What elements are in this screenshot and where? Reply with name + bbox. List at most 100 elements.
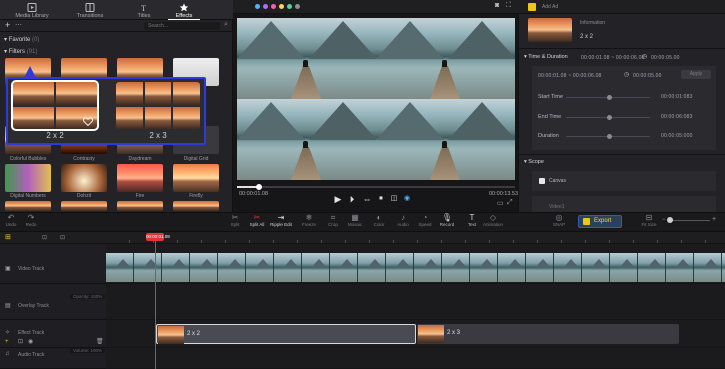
add-track-icon[interactable]: ⊞ bbox=[5, 233, 11, 241]
add-icon[interactable]: + bbox=[5, 20, 10, 31]
crop-button[interactable]: ⌗ Crop bbox=[322, 214, 344, 228]
color-dot[interactable] bbox=[287, 4, 292, 9]
export-icon bbox=[583, 218, 590, 225]
heart-icon[interactable] bbox=[83, 117, 93, 126]
favorite-section[interactable]: ▾ Favorite (0) bbox=[4, 36, 39, 43]
duration-summary: 00:00:05.00 bbox=[651, 55, 680, 61]
magnet-icon[interactable]: ⊡ bbox=[60, 234, 65, 241]
split-button[interactable]: ✂ Split bbox=[224, 213, 246, 228]
more-icon[interactable]: ⋯ bbox=[15, 21, 22, 31]
end-time-value[interactable]: 00:00:06:083 bbox=[661, 114, 693, 120]
search-input[interactable]: Search... bbox=[144, 22, 220, 30]
scissors-icon: ✂ bbox=[231, 213, 239, 222]
effect-clip-2x3[interactable]: 2 x 3 bbox=[417, 324, 679, 344]
color-dot[interactable] bbox=[271, 4, 276, 9]
effect-clip-2x2[interactable]: 2 x 2 bbox=[156, 324, 416, 344]
play-icon[interactable]: ▶ bbox=[333, 194, 343, 204]
ripple-edit-button[interactable]: ⇥ Ripple Edit bbox=[270, 214, 292, 228]
filter-thumbnail[interactable] bbox=[117, 164, 163, 192]
time-duration-section[interactable]: ▾ Time & Duration bbox=[524, 54, 568, 60]
color-button[interactable]: ◐ Color bbox=[368, 214, 390, 228]
duration-handle[interactable] bbox=[607, 134, 612, 139]
zoom-slider[interactable] bbox=[668, 220, 710, 221]
speed-button[interactable]: ◔ Speed bbox=[414, 214, 436, 228]
fit-size-button[interactable]: ⊟ Fit Size bbox=[638, 214, 660, 228]
filter-thumbnail[interactable] bbox=[5, 164, 51, 192]
tab-effects[interactable]: Effects bbox=[158, 0, 210, 20]
undo-button[interactable]: ↶ Undo bbox=[0, 214, 22, 228]
expand-icon[interactable]: ⤢ bbox=[507, 199, 513, 207]
camera-icon[interactable]: ◙ bbox=[495, 2, 499, 9]
ratio-icon[interactable]: ▭ bbox=[497, 199, 504, 207]
overlay-track-lane[interactable] bbox=[106, 284, 725, 320]
snap-button[interactable]: ◎ SNAP bbox=[548, 214, 570, 228]
filter-thumbnail[interactable] bbox=[61, 164, 107, 192]
undo-label: Undo bbox=[5, 222, 17, 227]
split-all-button[interactable]: ✂ Split All bbox=[246, 214, 268, 228]
timeline-ruler[interactable] bbox=[106, 232, 725, 244]
mosaic-button[interactable]: ▦ Mosaic bbox=[344, 214, 366, 228]
filter-thumbnail[interactable] bbox=[173, 201, 219, 211]
start-time-value[interactable]: 00:00:01:083 bbox=[661, 94, 693, 100]
playhead-time[interactable]: 00:00:01.08 bbox=[146, 233, 170, 241]
lock-icon[interactable]: ⊡ bbox=[42, 234, 47, 241]
tab-transitions[interactable]: Transitions bbox=[64, 0, 116, 20]
trim-icon[interactable]: ⇔ bbox=[362, 194, 372, 204]
preview-2x3-label: 2 x 3 bbox=[149, 131, 167, 140]
tab-media-library[interactable]: Media Library bbox=[6, 0, 58, 20]
audio-track-lane[interactable] bbox=[106, 348, 725, 369]
split-label: Split bbox=[230, 222, 240, 227]
stop-icon[interactable]: ⏹ bbox=[376, 194, 386, 204]
ad-icon bbox=[528, 3, 536, 11]
playhead[interactable] bbox=[155, 236, 156, 369]
zoom-handle[interactable] bbox=[667, 217, 673, 223]
animation-button[interactable]: ◇ Animation bbox=[482, 214, 504, 228]
video-label: Video1 bbox=[549, 204, 565, 210]
text-label: Text bbox=[467, 222, 477, 227]
scope-section[interactable]: ▾ Scope bbox=[524, 159, 544, 165]
apply-button[interactable]: Apply bbox=[681, 70, 711, 79]
filter-thumbnail[interactable] bbox=[61, 201, 107, 211]
inspector-header: Add Ad bbox=[518, 0, 725, 14]
start-time-handle[interactable] bbox=[607, 95, 612, 100]
color-dot[interactable] bbox=[279, 4, 284, 9]
filter-label: Dohzit bbox=[76, 193, 92, 199]
playback-progress[interactable] bbox=[237, 184, 515, 190]
zoom-out-icon[interactable]: − bbox=[662, 217, 666, 223]
fullscreen-icon[interactable]: ⛶ bbox=[506, 2, 511, 10]
audio-button[interactable]: ♪ Audio bbox=[392, 214, 414, 228]
voiceover-icon[interactable]: ◉ bbox=[402, 194, 412, 204]
color-dot[interactable] bbox=[295, 4, 300, 9]
filter-thumbnail[interactable] bbox=[5, 201, 51, 211]
redo-button[interactable]: ↷ Redo bbox=[20, 214, 42, 228]
color-dot[interactable] bbox=[255, 4, 260, 9]
header-label[interactable]: Add Ad bbox=[542, 4, 558, 10]
zoom-in-icon[interactable]: + bbox=[712, 216, 716, 223]
export-button[interactable]: Export bbox=[578, 215, 622, 228]
add-effect-icon[interactable]: + bbox=[5, 339, 9, 345]
effect-track-header: ✧ Effect Track + ⊡ ◉ 🗑 bbox=[0, 320, 106, 348]
snapshot-icon[interactable]: ◫ bbox=[389, 194, 399, 204]
filter-thumbnail[interactable] bbox=[173, 164, 219, 192]
color-dot[interactable] bbox=[263, 4, 268, 9]
clip-thumbnail bbox=[158, 326, 184, 344]
duration-value[interactable]: 00:00:05:000 bbox=[661, 133, 693, 139]
freeze-button[interactable]: ❄ Freeze bbox=[298, 214, 320, 228]
visibility-icon[interactable]: ◉ bbox=[28, 338, 33, 345]
filters-section[interactable]: ▾ Filters (91) bbox=[4, 48, 37, 55]
preview-2x3[interactable] bbox=[116, 82, 200, 129]
svg-text:T: T bbox=[141, 4, 146, 12]
audio-track-header: ♫ Audio Track Volume: 100% bbox=[0, 348, 106, 369]
filter-thumbnail[interactable] bbox=[117, 201, 163, 211]
checkbox-canvas[interactable] bbox=[539, 178, 545, 184]
text-button[interactable]: T Text bbox=[461, 214, 483, 228]
record-button[interactable]: 🎙 Record bbox=[436, 214, 458, 228]
search-icon[interactable]: ⌕ bbox=[224, 21, 228, 29]
end-time-handle[interactable] bbox=[607, 115, 612, 120]
filter-label: Digital Grid bbox=[183, 156, 209, 162]
video-clip-filmstrip[interactable] bbox=[106, 253, 725, 282]
lock-icon[interactable]: ⊡ bbox=[18, 338, 23, 345]
delete-icon[interactable]: 🗑 bbox=[96, 338, 104, 345]
next-frame-icon[interactable]: ⏵ bbox=[347, 194, 357, 204]
preview-2x2[interactable] bbox=[11, 80, 99, 131]
